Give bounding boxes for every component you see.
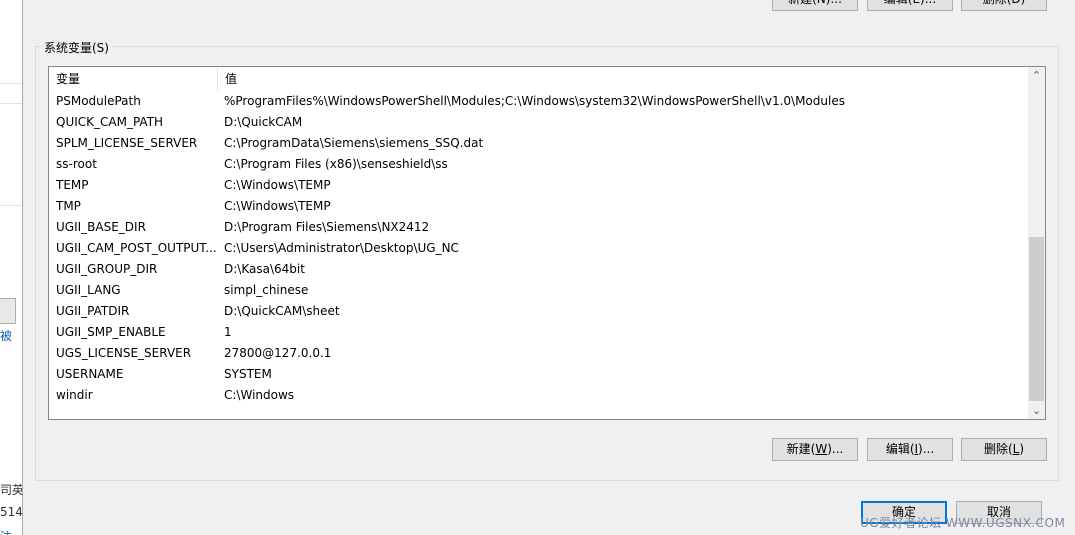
variable-name: QUICK_CAM_PATH <box>56 115 164 129</box>
divider <box>0 103 22 104</box>
list-item[interactable]: USERNAME SYSTEM <box>49 364 1029 385</box>
background-text: 5144 <box>0 505 22 519</box>
variable-value: D:\QuickCAM <box>224 115 303 129</box>
list-item[interactable]: UGII_CAM_POST_OUTPUT... C:\Users\Administ… <box>49 238 1029 259</box>
list-item[interactable]: SPLM_LICENSE_SERVER C:\ProgramData\Siemen… <box>49 133 1029 154</box>
variable-value: C:\Windows <box>224 388 295 402</box>
list-item[interactable]: UGII_LANG simpl_chinese <box>49 280 1029 301</box>
system-delete-button[interactable]: 删除(L) <box>961 438 1047 461</box>
variable-name: UGII_PATDIR <box>56 304 130 318</box>
button-label: ) <box>1019 442 1025 456</box>
variable-name: UGII_GROUP_DIR <box>56 262 158 276</box>
variable-name: SPLM_LICENSE_SERVER <box>56 136 198 150</box>
variable-value: 27800@127.0.0.1 <box>224 346 332 360</box>
system-edit-button[interactable]: 编辑(I)... <box>867 438 953 461</box>
variable-value: C:\Windows\TEMP <box>224 178 331 192</box>
list-item[interactable]: windir C:\Windows <box>49 385 1029 406</box>
background-text: 被 <box>0 329 13 343</box>
list-item[interactable]: UGS_LICENSE_SERVER 27800@127.0.0.1 <box>49 343 1029 364</box>
variable-name: PSModulePath <box>56 94 141 108</box>
user-new-button[interactable]: 新建(N)... <box>772 0 858 11</box>
variable-name: USERNAME <box>56 367 124 381</box>
variable-name: windir <box>56 388 93 402</box>
variable-value: C:\Users\Administrator\Desktop\UG_NC <box>224 241 459 255</box>
button-label: 新建( <box>786 442 816 456</box>
variable-name: TMP <box>56 199 81 213</box>
variable-value: C:\ProgramData\Siemens\siemens_SSQ.dat <box>224 136 484 150</box>
button-label: )... <box>918 442 935 456</box>
variable-name: UGII_CAM_POST_OUTPUT... <box>56 241 216 255</box>
list-header: 变量 值 <box>49 67 1029 91</box>
list-item[interactable]: UGII_SMP_ENABLE 1 <box>49 322 1029 343</box>
list-item[interactable]: UGII_PATDIR D:\QuickCAM\sheet <box>49 301 1029 322</box>
button-label: 删除( <box>983 442 1013 456</box>
variable-value: SYSTEM <box>224 367 272 381</box>
variable-value: D:\QuickCAM\sheet <box>224 304 340 318</box>
watermark: UG爱好者论坛 WWW.UGSNX.COM <box>860 516 1066 530</box>
column-header-value[interactable]: 值 <box>218 67 1018 91</box>
background-window: 被 司英文 5144 注 <box>0 0 22 535</box>
column-header-variable[interactable]: 变量 <box>49 67 217 91</box>
button-label: 编辑( <box>885 442 915 456</box>
variable-value: 1 <box>224 325 232 339</box>
variable-value: D:\Kasa\64bit <box>224 262 305 276</box>
system-variables-title: 系统变量(S) <box>41 39 112 56</box>
list-item[interactable]: TMP C:\Windows\TEMP <box>49 196 1029 217</box>
list-item[interactable]: ss-root C:\Program Files (x86)\senseshiel… <box>49 154 1029 175</box>
user-delete-button[interactable]: 删除(D) <box>961 0 1047 11</box>
list-item[interactable]: PSModulePath %ProgramFiles%\WindowsPowerS… <box>49 91 1029 112</box>
variable-name: UGS_LICENSE_SERVER <box>56 346 192 360</box>
background-text: 注 <box>0 528 12 535</box>
variable-name: UGII_LANG <box>56 283 121 297</box>
variable-value: simpl_chinese <box>224 283 309 297</box>
list-item[interactable]: TEMP C:\Windows\TEMP <box>49 175 1029 196</box>
list-item[interactable]: QUICK_CAM_PATH D:\QuickCAM <box>49 112 1029 133</box>
system-variables-list[interactable]: 变量 值 PSModulePath %ProgramFiles%\WindowsP… <box>48 66 1046 420</box>
background-text: 司英文 <box>0 483 22 497</box>
system-new-button[interactable]: 新建(W)... <box>772 438 858 461</box>
variable-value: C:\Program Files (x86)\senseshield\ss <box>224 157 448 171</box>
scrollbar-thumb[interactable] <box>1029 237 1044 401</box>
button-label: )... <box>827 442 844 456</box>
variable-value: C:\Windows\TEMP <box>224 199 331 213</box>
divider <box>0 83 22 84</box>
background-button[interactable] <box>0 298 16 324</box>
user-edit-button[interactable]: 编辑(E)... <box>867 0 953 11</box>
variable-name: UGII_SMP_ENABLE <box>56 325 166 339</box>
list-item[interactable]: UGII_GROUP_DIR D:\Kasa\64bit <box>49 259 1029 280</box>
environment-variables-dialog: 新建(N)... 编辑(E)... 删除(D) 系统变量(S) 变量 值 PSM… <box>22 0 1075 535</box>
variable-value: D:\Program Files\Siemens\NX2412 <box>224 220 430 234</box>
vertical-scrollbar[interactable]: ⌃ ⌄ <box>1028 67 1045 419</box>
accelerator-key: W <box>815 442 828 456</box>
variable-name: TEMP <box>56 178 89 192</box>
list-item[interactable]: UGII_BASE_DIR D:\Program Files\Siemens\NX… <box>49 217 1029 238</box>
divider <box>0 205 22 206</box>
chevron-down-icon[interactable]: ⌄ <box>1028 402 1045 419</box>
chevron-up-icon[interactable]: ⌃ <box>1028 67 1045 84</box>
variable-name: UGII_BASE_DIR <box>56 220 146 234</box>
variable-value: %ProgramFiles%\WindowsPowerShell\Modules… <box>224 94 845 108</box>
variable-name: ss-root <box>56 157 97 171</box>
